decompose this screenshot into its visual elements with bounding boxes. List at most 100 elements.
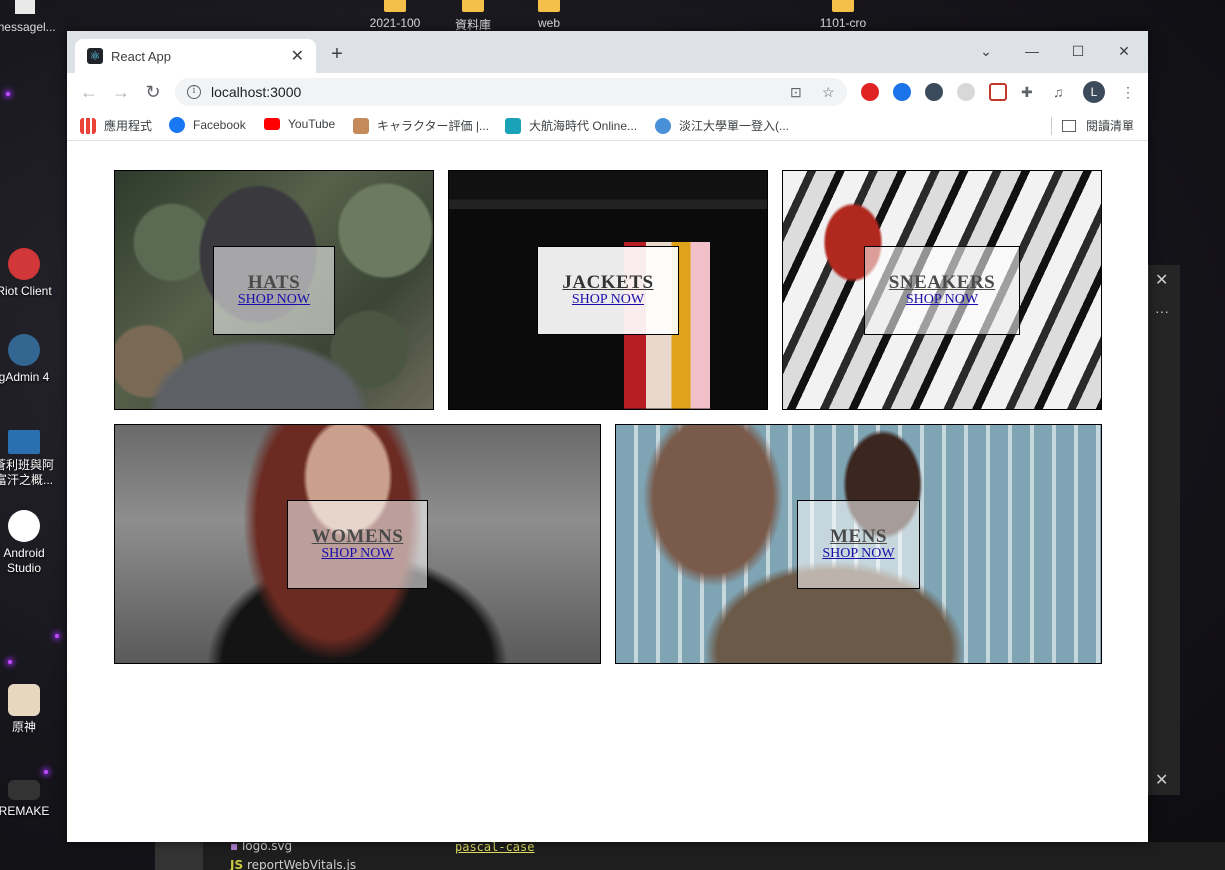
reading-list-button[interactable]: 閱讀清單 (1061, 117, 1134, 134)
shop-now-link[interactable]: SHOP NOW (822, 546, 894, 562)
reading-list-icon (1061, 119, 1076, 132)
page-content: HATS SHOP NOW JACKETS SHOP NOW SNEAKERS … (67, 142, 1148, 842)
desktop-icon-label: web (537, 16, 560, 30)
character-site-icon (353, 117, 369, 134)
desktop-folder-web[interactable]: web (514, 0, 584, 30)
category-box-mens[interactable]: MENS SHOP NOW (797, 499, 920, 589)
bookmark-character[interactable]: キャラクター評価 |... (353, 117, 489, 134)
shop-now-link[interactable]: SHOP NOW (572, 292, 644, 308)
bookmark-label: キャラクター評価 |... (377, 119, 489, 133)
pgadmin-icon (8, 334, 40, 366)
category-box-womens[interactable]: WOMENS SHOP NOW (286, 499, 429, 589)
category-box-jackets[interactable]: JACKETS SHOP NOW (537, 245, 679, 335)
desktop-folder-2021[interactable]: 2021-100 (360, 0, 430, 30)
shop-now-link[interactable]: SHOP NOW (321, 546, 393, 562)
reading-list-label: 閱讀清單 (1085, 119, 1134, 133)
category-title[interactable]: JACKETS (562, 272, 653, 294)
desktop-icon-label: 原神 (11, 720, 36, 734)
bookmark-label: 淡江大學單一登入(... (679, 119, 789, 133)
desktop-file-messagel[interactable]: messagel... (0, 0, 60, 34)
menu-item-sneakers[interactable]: SNEAKERS SHOP NOW (782, 170, 1102, 410)
menu-item-womens[interactable]: WOMENS SHOP NOW (114, 424, 601, 664)
bookmarks-separator (1051, 117, 1052, 135)
close-icon[interactable]: ✕ (1155, 270, 1168, 290)
apps-grid-icon (80, 117, 96, 134)
desktop-icon-android-studio[interactable]: Android Studio (0, 510, 56, 576)
vscode-file-label: reportWebVitals.js (246, 858, 357, 870)
menu-item-jackets[interactable]: JACKETS SHOP NOW (448, 170, 768, 410)
avatar[interactable]: L (1083, 81, 1105, 103)
desktop-icon-pgadmin[interactable]: gAdmin 4 (0, 334, 56, 385)
tab-search-button[interactable]: ⌄ (963, 37, 1009, 65)
react-icon: ⚛ (87, 48, 103, 64)
avatar-initial: L (1090, 85, 1098, 99)
folder-icon (538, 0, 560, 12)
desktop-icon-remake[interactable]: REMAKE (0, 780, 56, 819)
menu-item-mens[interactable]: MENS SHOP NOW (615, 424, 1102, 664)
minimize-button[interactable]: — (1009, 37, 1055, 65)
category-title[interactable]: SNEAKERS (889, 272, 995, 294)
shop-now-link[interactable]: SHOP NOW (906, 292, 978, 308)
bookmark-label: 應用程式 (104, 119, 153, 133)
bookmark-star-icon[interactable]: ☆ (822, 84, 835, 101)
media-control-icon[interactable]: ♫ (1053, 84, 1064, 100)
bookmark-tku-sso[interactable]: 淡江大學單一登入(... (655, 117, 789, 134)
desktop-folder-db[interactable]: 資料庫 (438, 0, 508, 33)
tku-icon (655, 117, 671, 134)
address-bar[interactable]: i localhost:3000 (175, 78, 847, 106)
bookmark-label: YouTube (288, 117, 336, 131)
close-icon[interactable]: ✕ (1155, 770, 1168, 790)
bookmark-label: Facebook (193, 118, 246, 132)
riot-client-icon (8, 248, 40, 280)
android-studio-icon (8, 510, 40, 542)
link-ext-icon[interactable] (957, 83, 975, 101)
desktop-icon-label: 資料庫 (454, 18, 491, 32)
desktop-icon-label: 蒼利班與阿富汗之概... (0, 458, 54, 487)
url-text: localhost:3000 (211, 84, 302, 100)
bookmark-youtube[interactable]: YouTube (264, 117, 335, 131)
pocket-icon[interactable] (989, 83, 1007, 101)
document-icon (8, 430, 40, 454)
bookmark-ext-icon[interactable] (893, 83, 911, 101)
more-icon[interactable]: ··· (1155, 303, 1169, 319)
folder-icon (384, 0, 406, 12)
tab-title: React App (111, 48, 171, 64)
menu-item-hats[interactable]: HATS SHOP NOW (114, 170, 434, 410)
shop-now-link[interactable]: SHOP NOW (238, 292, 310, 308)
bookmark-apps[interactable]: 應用程式 (80, 117, 152, 134)
bookmarks-bar: 應用程式 Facebook YouTube キャラクター評価 |... 大航海時… (67, 111, 1148, 141)
category-box-hats[interactable]: HATS SHOP NOW (212, 245, 336, 335)
back-button[interactable]: ← (78, 82, 100, 103)
desktop-star (6, 92, 10, 96)
uncharted-waters-icon (505, 117, 521, 134)
desktop-icon-label: messagel... (0, 20, 56, 34)
category-title[interactable]: MENS (830, 526, 887, 548)
adblock-icon[interactable] (861, 83, 879, 101)
js-file-icon: JS (230, 858, 244, 870)
desktop-icon-label: 2021-100 (369, 16, 421, 30)
tab-react-app[interactable]: ⚛ React App ✕ (75, 39, 316, 73)
extensions-puzzle-icon[interactable]: ✚ (1021, 84, 1033, 101)
desktop-icon-riot[interactable]: Riot Client (0, 248, 56, 299)
bookmark-uncharted[interactable]: 大航海時代 Online... (505, 117, 637, 134)
category-title[interactable]: HATS (248, 272, 300, 294)
bookmark-facebook[interactable]: Facebook (169, 117, 246, 133)
info-icon[interactable]: i (187, 85, 201, 99)
window-close-button[interactable]: ✕ (1101, 37, 1147, 65)
desktop-icon-document[interactable]: 蒼利班與阿富汗之概... (0, 430, 56, 488)
menu-kebab-icon[interactable]: ⋮ (1121, 84, 1135, 101)
reload-button[interactable]: ↻ (142, 82, 164, 103)
category-title[interactable]: WOMENS (312, 526, 404, 548)
forward-button[interactable]: → (110, 82, 132, 103)
grammar-icon[interactable] (925, 83, 943, 101)
desktop-icon-genshin[interactable]: 原神 (0, 684, 56, 735)
maximize-button[interactable]: ☐ (1055, 37, 1101, 65)
category-box-sneakers[interactable]: SNEAKERS SHOP NOW (863, 245, 1021, 335)
translate-icon[interactable]: ⊡ (790, 84, 802, 101)
new-tab-button[interactable]: + (327, 43, 347, 66)
desktop-folder-1101[interactable]: 1101-cro (808, 0, 878, 30)
close-icon[interactable]: ✕ (291, 46, 304, 66)
youtube-icon (264, 118, 280, 130)
desktop-star (44, 770, 48, 774)
vscode-file-webvitals[interactable]: JS reportWebVitals.js (230, 858, 356, 870)
